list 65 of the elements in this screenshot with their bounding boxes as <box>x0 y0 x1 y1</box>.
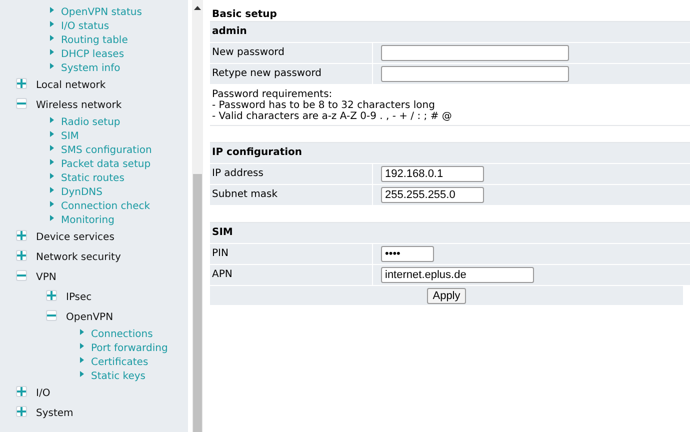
triangle-icon <box>80 329 84 335</box>
triangle-icon <box>50 173 54 179</box>
section-heading: admin <box>210 22 690 43</box>
field-label: New password <box>210 43 373 63</box>
menu-link[interactable]: I/O status <box>50 19 188 33</box>
triangle-icon <box>50 201 54 207</box>
menu-group[interactable]: IPsec <box>0 287 188 307</box>
menu-link[interactable]: Packet data setup <box>0 157 188 171</box>
menu-group[interactable]: Device services <box>0 227 188 247</box>
field-label: IP address <box>210 164 373 184</box>
triangle-icon <box>80 371 84 377</box>
triangle-icon <box>80 343 84 349</box>
menu-link[interactable]: Port forwarding <box>80 341 188 355</box>
input-field[interactable] <box>381 45 569 61</box>
scrollbar[interactable] <box>192 0 203 432</box>
menu-link[interactable]: Radio setup <box>0 115 188 129</box>
menu-group[interactable]: Wireless network <box>0 95 188 115</box>
input-field[interactable]: •••• <box>381 246 434 262</box>
scrollbar-thumb[interactable] <box>193 174 202 432</box>
note-text: - Valid characters are a-z A-Z 0-9 . , - + / : ; # @ <box>212 111 453 122</box>
triangle-icon <box>50 215 54 221</box>
section-heading: IP configuration <box>210 143 690 164</box>
note-text: - Password has to be 8 to 32 characters long <box>212 100 436 111</box>
triangle-icon <box>50 159 54 165</box>
menu-link[interactable]: DHCP leases <box>50 47 188 61</box>
menu-group[interactable]: Local network <box>0 75 188 95</box>
menu-link[interactable]: OpenVPN status <box>50 5 188 19</box>
menu-link[interactable]: DynDNS <box>0 185 188 199</box>
menu-group[interactable]: I/O <box>0 383 188 403</box>
triangle-icon <box>50 7 54 13</box>
triangle-icon <box>50 63 54 69</box>
menu-link[interactable]: Monitoring <box>0 213 188 227</box>
menu-link[interactable]: Certificates <box>80 355 188 369</box>
menu-group[interactable]: Network security <box>0 247 188 267</box>
input-field[interactable]: internet.eplus.de <box>381 267 534 283</box>
input-field[interactable] <box>381 66 569 82</box>
field-label: PIN <box>210 244 373 264</box>
triangle-icon <box>80 357 84 363</box>
field-label: Subnet mask <box>210 185 373 205</box>
menu-link[interactable]: Static routes <box>0 171 188 185</box>
input-field[interactable]: 192.168.0.1 <box>381 166 484 182</box>
triangle-icon <box>50 21 54 27</box>
field-label: Retype new password <box>210 64 373 84</box>
menu-link[interactable]: Connection check <box>0 199 188 213</box>
field-label: APN <box>210 265 373 285</box>
menu-group[interactable]: VPN <box>0 267 188 287</box>
scroll-up-icon[interactable] <box>194 6 201 10</box>
triangle-icon <box>50 35 54 41</box>
menu-link[interactable]: System info <box>50 61 188 75</box>
triangle-icon <box>50 49 54 55</box>
menu-link[interactable]: Connections <box>80 327 188 341</box>
menu-link[interactable]: SIM <box>0 129 188 143</box>
section-heading: SIM <box>210 223 690 244</box>
triangle-icon <box>50 131 54 137</box>
triangle-icon <box>50 145 54 151</box>
menu-link[interactable]: Routing table <box>50 33 188 47</box>
triangle-icon <box>50 187 54 193</box>
note-text: Password requirements: <box>212 89 334 100</box>
apply-button[interactable]: Apply <box>426 288 466 304</box>
menu-link[interactable]: Static keys <box>80 369 188 383</box>
triangle-icon <box>50 117 54 123</box>
menu-link[interactable]: SMS configuration <box>0 143 188 157</box>
menu-group[interactable]: OpenVPN <box>0 307 188 327</box>
menu-group[interactable]: System <box>0 403 188 423</box>
input-field[interactable]: 255.255.255.0 <box>381 187 484 203</box>
